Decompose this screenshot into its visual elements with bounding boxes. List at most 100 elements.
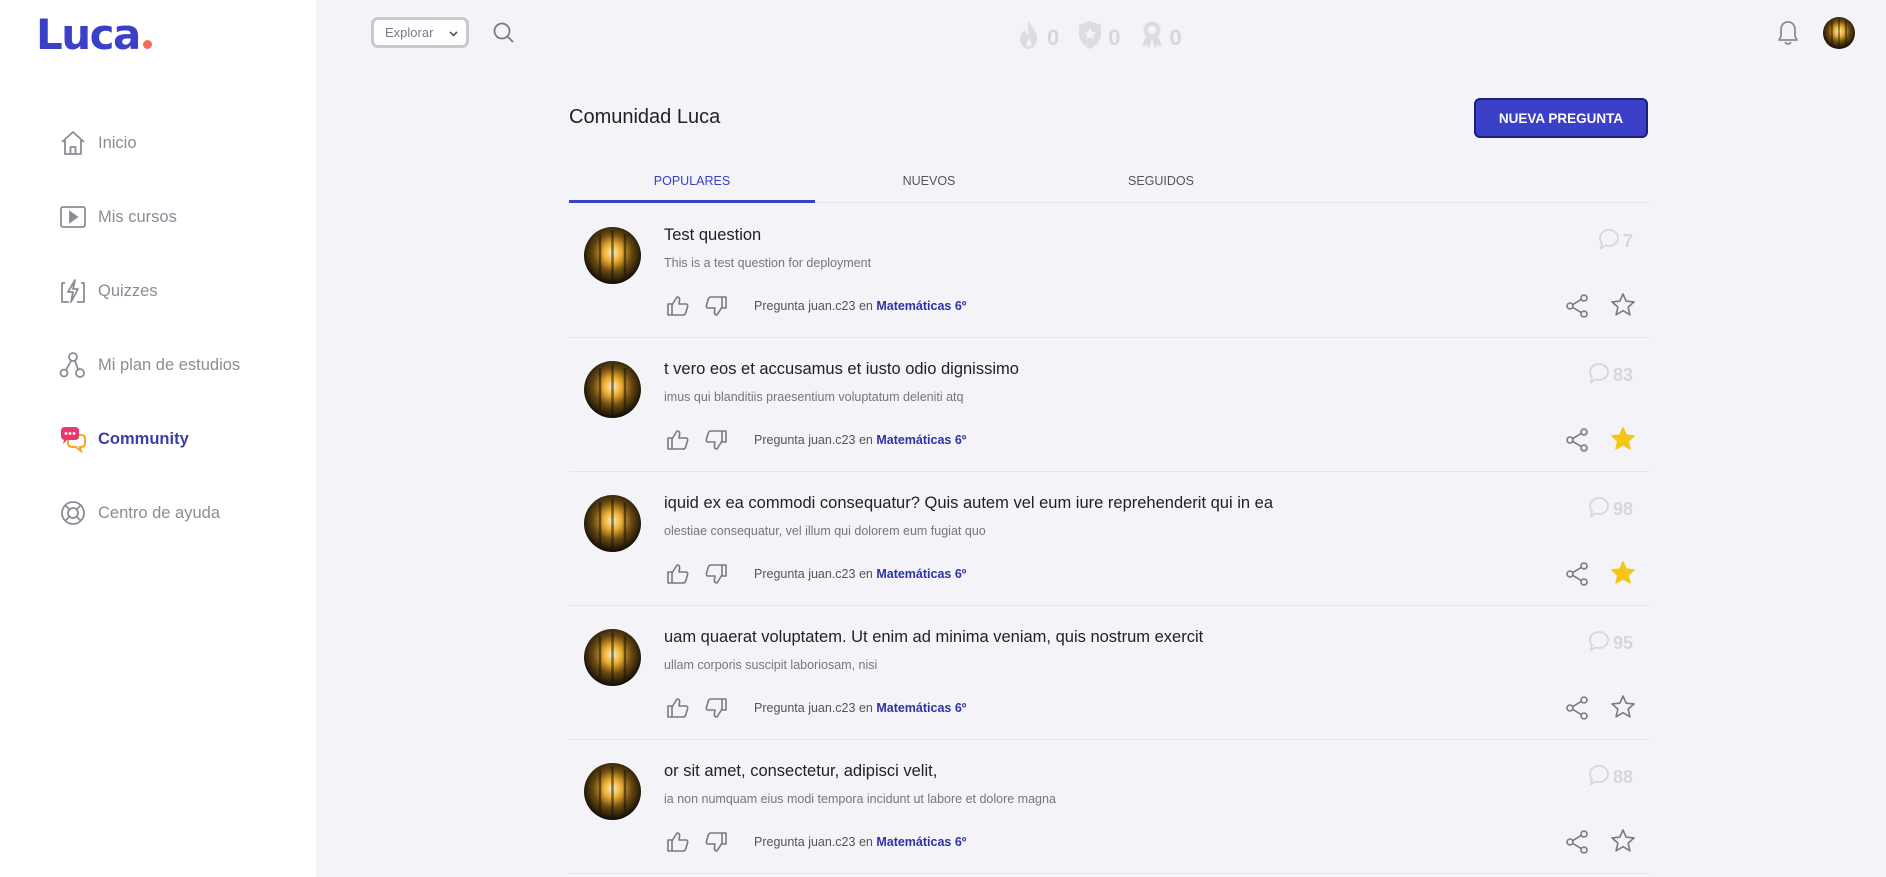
badge-value: 0	[1169, 25, 1182, 50]
question-subtitle: This is a test question for deployment	[664, 256, 872, 270]
shield-icon	[1077, 20, 1103, 56]
question-item[interactable]: iquid ex ea commodi consequatur? Quis au…	[569, 472, 1649, 606]
star-icon[interactable]	[1610, 828, 1636, 859]
thumbs-up-icon[interactable]	[664, 560, 692, 588]
thumbs-down-icon[interactable]	[702, 292, 730, 320]
author-avatar[interactable]	[584, 361, 641, 418]
shield-value: 0	[1108, 25, 1121, 50]
sidebar-item-plan[interactable]: Mi plan de estudios	[58, 328, 240, 402]
question-actions: Pregunta juan.c23 en Matemáticas 6º	[664, 694, 966, 722]
question-item[interactable]: Test question This is a test question fo…	[569, 204, 1649, 338]
search-icon[interactable]	[492, 21, 516, 50]
comment-count[interactable]: 83	[1588, 362, 1633, 389]
question-title[interactable]: or sit amet, consectetur, adipisci velit…	[664, 762, 937, 781]
sidebar-item-label: Quizzes	[98, 281, 158, 300]
comment-icon	[1588, 496, 1610, 523]
comment-count-value: 98	[1612, 499, 1633, 519]
author-avatar[interactable]	[584, 227, 641, 284]
thumbs-up-icon[interactable]	[664, 292, 692, 320]
badge-icon	[1139, 20, 1165, 56]
avatar-image	[1823, 17, 1855, 49]
tabs: POPULARES NUEVOS SEGUIDOS	[569, 163, 1649, 203]
share-icon[interactable]	[1564, 561, 1590, 592]
share-icon[interactable]	[1564, 829, 1590, 860]
share-icon[interactable]	[1564, 427, 1590, 458]
share-icon[interactable]	[1564, 293, 1590, 324]
comment-count[interactable]: 98	[1588, 496, 1633, 523]
explore-select[interactable]: Explorar	[371, 17, 469, 48]
author-text: Pregunta juan.c23 en	[754, 433, 877, 447]
share-icon[interactable]	[1564, 695, 1590, 726]
sidebar-item-label: Mis cursos	[98, 207, 177, 226]
question-title[interactable]: Test question	[664, 226, 761, 245]
sidebar-nav: Inicio Mis cursos Quizzes Mi plan de est…	[58, 106, 240, 550]
sidebar-item-quizzes[interactable]: Quizzes	[58, 254, 240, 328]
streak-stat: 0	[1016, 20, 1059, 56]
question-title[interactable]: uam quaerat voluptatem. Ut enim ad minim…	[664, 628, 1203, 647]
user-avatar[interactable]	[1823, 17, 1855, 49]
tab-nuevos[interactable]: NUEVOS	[815, 163, 1043, 202]
author-avatar[interactable]	[584, 763, 641, 820]
thumbs-up-icon[interactable]	[664, 694, 692, 722]
star-icon[interactable]	[1610, 694, 1636, 725]
author-text: Pregunta juan.c23 en	[754, 567, 877, 581]
user-stats: 0 0 0	[1016, 20, 1182, 56]
tab-seguidos[interactable]: SEGUIDOS	[1043, 163, 1279, 202]
chat-icon	[58, 424, 88, 454]
badge-stat: 0	[1139, 20, 1182, 56]
logo-text: Luca	[36, 10, 141, 59]
sidebar-item-community[interactable]: Community	[58, 402, 240, 476]
avatar-image	[584, 763, 641, 820]
streak-value: 0	[1047, 25, 1060, 50]
sidebar: Luca Inicio Mis cursos Quizzes Mi plan d…	[0, 0, 316, 877]
question-title[interactable]: t vero eos et accusamus et iusto odio di…	[664, 360, 1019, 379]
thumbs-up-icon[interactable]	[664, 828, 692, 856]
thumbs-down-icon[interactable]	[702, 560, 730, 588]
thumbs-up-icon[interactable]	[664, 426, 692, 454]
avatar-image	[584, 361, 641, 418]
thumbs-down-icon[interactable]	[702, 694, 730, 722]
thumbs-down-icon[interactable]	[702, 426, 730, 454]
comment-count-value: 7	[1622, 231, 1633, 251]
question-actions: Pregunta juan.c23 en Matemáticas 6º	[664, 426, 966, 454]
new-question-button[interactable]: NUEVA PREGUNTA	[1474, 98, 1648, 138]
comment-count[interactable]: 95	[1588, 630, 1633, 657]
sidebar-item-ayuda[interactable]: Centro de ayuda	[58, 476, 240, 550]
star-icon[interactable]	[1610, 292, 1636, 323]
explore-label: Explorar	[385, 25, 434, 40]
comment-icon	[1588, 362, 1610, 389]
play-icon	[58, 202, 88, 232]
question-title[interactable]: iquid ex ea commodi consequatur? Quis au…	[664, 494, 1273, 513]
comment-count[interactable]: 7	[1598, 228, 1633, 255]
question-subtitle: ia non numquam eius modi tempora incidun…	[664, 792, 1056, 806]
question-subtitle: imus qui blanditiis praesentium voluptat…	[664, 390, 964, 404]
author-text: Pregunta juan.c23 en	[754, 701, 877, 715]
author-avatar[interactable]	[584, 629, 641, 686]
star-icon[interactable]	[1610, 560, 1636, 591]
question-item[interactable]: t vero eos et accusamus et iusto odio di…	[569, 338, 1649, 472]
bell-icon[interactable]	[1777, 20, 1799, 51]
author-avatar[interactable]	[584, 495, 641, 552]
question-item[interactable]: or sit amet, consectetur, adipisci velit…	[569, 740, 1649, 874]
avatar-image	[584, 227, 641, 284]
thumbs-down-icon[interactable]	[702, 828, 730, 856]
course-link[interactable]: Matemáticas 6º	[876, 299, 966, 313]
course-link[interactable]: Matemáticas 6º	[876, 835, 966, 849]
question-item[interactable]: uam quaerat voluptatem. Ut enim ad minim…	[569, 606, 1649, 740]
flame-icon	[1016, 20, 1042, 56]
question-list: Test question This is a test question fo…	[569, 204, 1649, 874]
tab-populares[interactable]: POPULARES	[569, 163, 815, 203]
logo-dot	[142, 40, 152, 49]
course-link[interactable]: Matemáticas 6º	[876, 433, 966, 447]
sidebar-item-label: Inicio	[98, 133, 137, 152]
question-actions: Pregunta juan.c23 en Matemáticas 6º	[664, 560, 966, 588]
question-subtitle: olestiae consequatur, vel illum qui dolo…	[664, 524, 986, 538]
question-meta: Pregunta juan.c23 en Matemáticas 6º	[754, 299, 966, 313]
course-link[interactable]: Matemáticas 6º	[876, 567, 966, 581]
sidebar-item-inicio[interactable]: Inicio	[58, 106, 240, 180]
comment-count[interactable]: 88	[1588, 764, 1633, 791]
sidebar-item-mis-cursos[interactable]: Mis cursos	[58, 180, 240, 254]
luca-logo[interactable]: Luca	[36, 10, 152, 59]
star-icon[interactable]	[1610, 426, 1636, 457]
course-link[interactable]: Matemáticas 6º	[876, 701, 966, 715]
